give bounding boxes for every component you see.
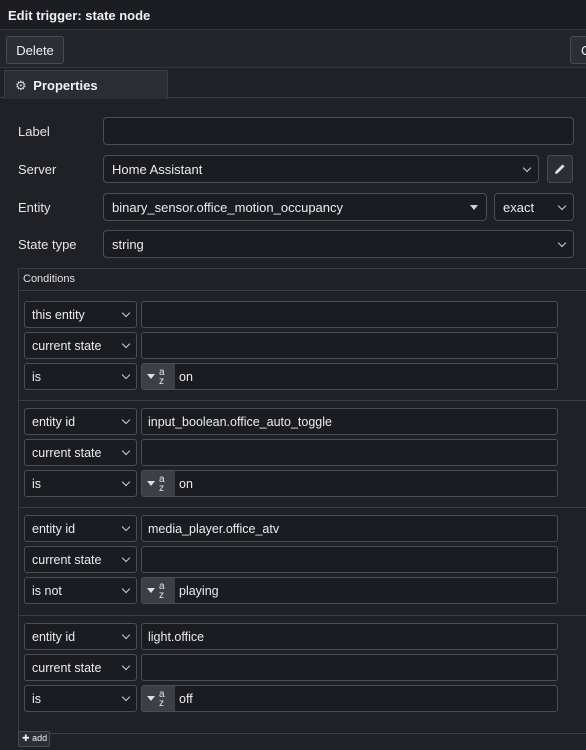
condition-target-value: entity id	[32, 522, 76, 536]
chevron-down-icon	[121, 630, 131, 640]
condition-property-select[interactable]: current state	[24, 546, 137, 573]
condition-target-input[interactable]: light.office	[141, 623, 558, 650]
string-type-icon: az	[159, 689, 165, 709]
state-type-select[interactable]: string	[103, 230, 574, 258]
server-select[interactable]: Home Assistant	[103, 155, 539, 183]
conditions-panel: Conditions this entity current state is …	[18, 268, 586, 734]
server-value: Home Assistant	[112, 162, 203, 177]
edit-server-button[interactable]	[547, 155, 573, 183]
group-divider	[19, 507, 586, 508]
toolbar: Delete C	[0, 30, 586, 68]
add-condition-label: add	[32, 733, 48, 743]
string-type-icon: az	[159, 367, 165, 387]
chevron-down-icon	[121, 522, 131, 532]
entity-input[interactable]: binary_sensor.office_motion_occupancy	[103, 193, 487, 221]
chevron-down-icon	[522, 163, 532, 173]
add-condition-button[interactable]: ✚ add	[18, 731, 50, 747]
tab-properties[interactable]: ⚙ Properties	[4, 70, 168, 99]
plus-icon: ✚	[22, 733, 30, 743]
condition-property-value: current state	[32, 446, 102, 460]
string-type-icon: az	[159, 474, 165, 494]
chevron-down-icon	[121, 370, 131, 380]
condition-compare-input[interactable]: az on	[141, 470, 558, 497]
condition-compare-input[interactable]: az off	[141, 685, 558, 712]
condition-operator-value: is	[32, 477, 42, 491]
caret-down-icon	[147, 696, 155, 701]
condition-property-select[interactable]: current state	[24, 439, 137, 466]
condition-operator-select[interactable]: is	[24, 470, 137, 497]
condition-target-value: entity id	[32, 630, 76, 644]
chevron-down-icon	[121, 339, 131, 349]
condition-operator-value: is	[32, 370, 42, 384]
chevron-down-icon	[557, 201, 567, 211]
delete-button[interactable]: Delete	[6, 36, 64, 64]
state-type-label: State type	[18, 237, 77, 252]
caret-down-icon	[147, 481, 155, 486]
tab-properties-label: Properties	[33, 78, 98, 93]
pencil-icon	[555, 164, 565, 174]
chevron-down-icon	[121, 415, 131, 425]
value-type-button[interactable]: az	[142, 578, 175, 603]
condition-property-value: current state	[32, 553, 102, 567]
gear-icon: ⚙	[15, 78, 27, 93]
condition-property-input[interactable]	[141, 654, 558, 681]
value-type-button[interactable]: az	[142, 471, 175, 496]
chevron-down-icon	[121, 692, 131, 702]
condition-target-value: this entity	[32, 308, 85, 322]
entity-value: binary_sensor.office_motion_occupancy	[112, 200, 344, 215]
condition-property-value: current state	[32, 339, 102, 353]
state-type-value: string	[112, 237, 144, 252]
caret-down-icon	[147, 588, 155, 593]
condition-target-select[interactable]: entity id	[24, 623, 137, 650]
condition-target-select[interactable]: this entity	[24, 301, 137, 328]
entity-match-value: exact	[503, 200, 535, 215]
label-label: Label	[18, 124, 50, 139]
condition-compare-value: on	[179, 370, 193, 384]
condition-property-input[interactable]	[141, 332, 558, 359]
condition-operator-value: is	[32, 692, 42, 706]
condition-compare-value: playing	[179, 584, 219, 598]
string-type-icon: az	[159, 581, 165, 601]
chevron-down-icon	[121, 477, 131, 487]
condition-property-input[interactable]	[141, 546, 558, 573]
condition-property-select[interactable]: current state	[24, 654, 137, 681]
condition-target-input[interactable]: input_boolean.office_auto_toggle	[141, 408, 558, 435]
condition-compare-value: on	[179, 477, 193, 491]
condition-compare-input[interactable]: az on	[141, 363, 558, 390]
condition-target-input[interactable]	[141, 301, 558, 328]
condition-operator-select[interactable]: is	[24, 363, 137, 390]
entity-label: Entity	[18, 200, 51, 215]
dropdown-arrow-icon	[470, 205, 478, 210]
tab-bar: ⚙ Properties	[0, 68, 586, 99]
chevron-down-icon	[121, 584, 131, 594]
condition-target-input[interactable]: media_player.office_atv	[141, 515, 558, 542]
condition-operator-value: is not	[32, 584, 62, 598]
condition-compare-input[interactable]: az playing	[141, 577, 558, 604]
condition-compare-value: off	[179, 692, 193, 706]
chevron-down-icon	[121, 553, 131, 563]
chevron-down-icon	[121, 446, 131, 456]
condition-target-select[interactable]: entity id	[24, 408, 137, 435]
dialog-title: Edit trigger: state node	[0, 0, 586, 30]
caret-down-icon	[147, 374, 155, 379]
value-type-button[interactable]: az	[142, 364, 175, 389]
conditions-header: Conditions	[19, 269, 586, 291]
label-input[interactable]	[103, 117, 574, 145]
condition-property-input[interactable]	[141, 439, 558, 466]
entity-match-select[interactable]: exact	[494, 193, 574, 221]
condition-property-value: current state	[32, 661, 102, 675]
chevron-down-icon	[557, 238, 567, 248]
condition-target-select[interactable]: entity id	[24, 515, 137, 542]
condition-operator-select[interactable]: is	[24, 685, 137, 712]
condition-target-value: entity id	[32, 415, 76, 429]
group-divider	[19, 400, 586, 401]
server-label: Server	[18, 162, 57, 177]
group-divider	[19, 615, 586, 616]
value-type-button[interactable]: az	[142, 686, 175, 711]
chevron-down-icon	[121, 308, 131, 318]
condition-operator-select[interactable]: is not	[24, 577, 137, 604]
condition-property-select[interactable]: current state	[24, 332, 137, 359]
cancel-button[interactable]: C	[570, 36, 586, 64]
chevron-down-icon	[121, 661, 131, 671]
